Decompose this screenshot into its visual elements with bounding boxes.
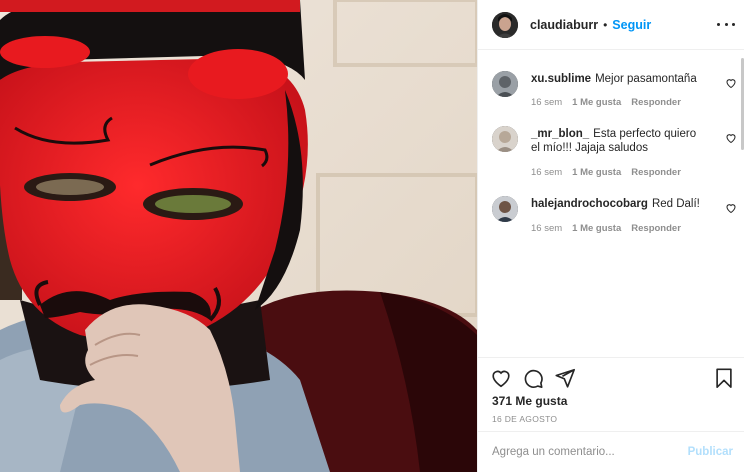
comment-text: Mejor pasamontaña [595,73,697,85]
commenter-avatar-image [492,196,518,222]
add-comment-bar: Publicar [478,431,744,472]
commenter-avatar[interactable] [492,71,518,97]
comment-meta: 16 sem 1 Me gusta Responder [531,167,681,178]
commenter-avatar-image [492,71,518,97]
bookmark-icon[interactable] [713,367,735,389]
comment-body: _mr_blon_ Esta perfecto quiero el mío!!! … [531,127,707,155]
comment-time[interactable]: 16 sem [531,223,562,234]
more-dot [724,22,728,26]
comment-username[interactable]: _mr_blon_ [531,128,589,140]
comment-time[interactable]: 16 sem [531,97,562,108]
reply-button[interactable]: Responder [631,167,681,178]
commenter-avatar-image [492,126,518,152]
author-avatar[interactable] [492,11,518,38]
heart-icon[interactable] [490,367,512,389]
likes-count[interactable]: 371 Me gusta [492,394,567,408]
comment-username[interactable]: xu.sublime [531,73,591,85]
publish-button[interactable]: Publicar [688,446,733,458]
comment-icon[interactable] [522,367,544,389]
heart-icon[interactable] [725,202,737,214]
post-image[interactable] [0,0,477,472]
comment-likes[interactable]: 1 Me gusta [572,167,621,178]
author-username[interactable]: claudiaburr [530,18,598,32]
comment-text: Red Dalí! [651,198,700,210]
comment-item: xu.sublime Mejor pasamontaña 16 sem 1 Me … [492,71,737,111]
comment-meta: 16 sem 1 Me gusta Responder [531,223,681,234]
comment-likes[interactable]: 1 Me gusta [572,97,621,108]
reply-button[interactable]: Responder [631,97,681,108]
post-date[interactable]: 16 DE AGOSTO [492,414,557,424]
author-avatar-image [492,11,518,38]
more-dot [717,22,720,26]
reply-button[interactable]: Responder [631,223,681,234]
commenter-avatar[interactable] [492,196,518,222]
comment-item: _mr_blon_ Esta perfecto quiero el mío!!! … [492,126,737,178]
heart-icon[interactable] [725,132,737,144]
post-actions: 371 Me gusta 16 DE AGOSTO [478,357,744,430]
comment-username[interactable]: halejandrochocobarg [531,198,648,210]
comment-input[interactable] [492,446,682,458]
comment-time[interactable]: 16 sem [531,167,562,178]
follow-button[interactable]: Seguir [612,18,651,32]
share-icon[interactable] [554,367,576,389]
post-header: claudiaburr • Seguir [478,0,744,50]
comment-body: halejandrochocobarg Red Dalí! [531,197,707,211]
more-horizontal-icon[interactable] [717,16,735,32]
post-sidebar: claudiaburr • Seguir xu.sublime Mejor pas… [477,0,744,472]
more-dot [732,22,735,26]
comment-body: xu.sublime Mejor pasamontaña [531,72,707,86]
header-separator: • [603,17,608,32]
comment-meta: 16 sem 1 Me gusta Responder [531,97,681,108]
commenter-avatar[interactable] [492,126,518,152]
post-photo-illustration [0,0,477,472]
comment-likes[interactable]: 1 Me gusta [572,223,621,234]
heart-icon[interactable] [725,77,737,89]
comment-item: halejandrochocobarg Red Dalí! 16 sem 1 Me… [492,196,737,236]
